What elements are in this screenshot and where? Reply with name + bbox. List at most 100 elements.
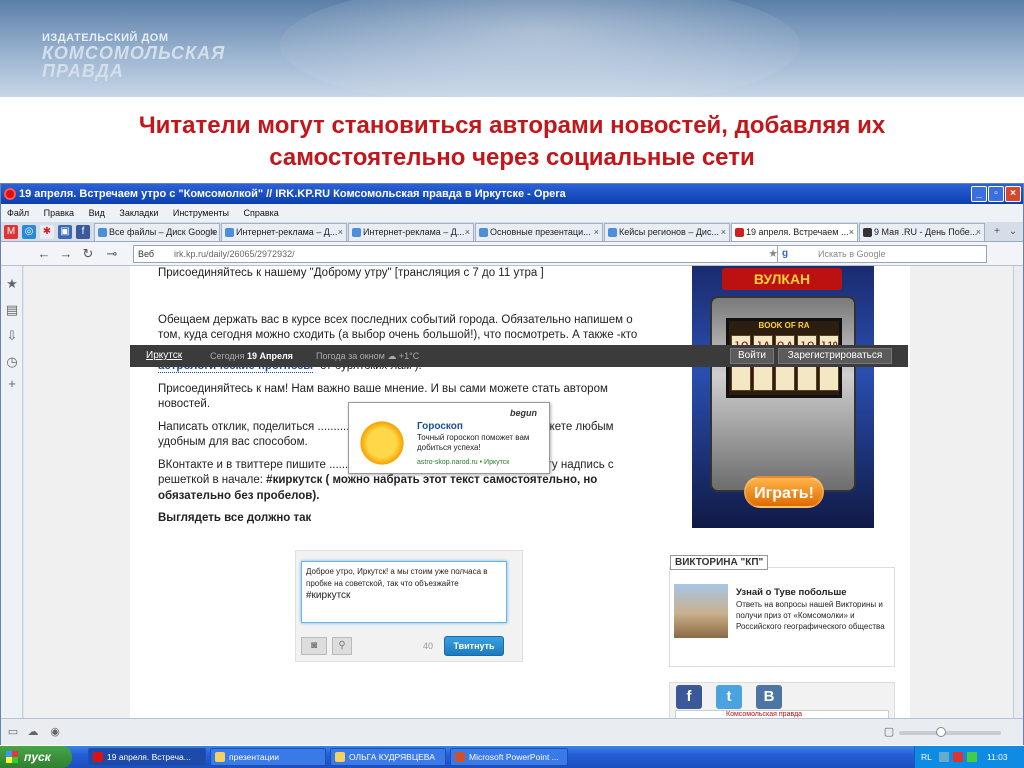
tab-close-icon[interactable]: × xyxy=(211,224,216,241)
key-icon[interactable]: ⊸ xyxy=(103,245,121,263)
notes-icon[interactable]: ▤ xyxy=(4,302,20,318)
menu-help[interactable]: Справка xyxy=(244,208,279,218)
start-button[interactable]: пуск xyxy=(0,746,72,768)
tab-google-drive[interactable]: Все файлы – Диск Google × xyxy=(94,223,220,241)
tab-close-icon[interactable]: × xyxy=(338,224,343,241)
menu-file[interactable]: Файл xyxy=(7,208,29,218)
weather: Погода за окном ☁ +1°C xyxy=(316,345,419,367)
tweet-textarea[interactable]: Доброе утро, Иркутск! а мы стоим уже пол… xyxy=(301,561,507,623)
panel-toggle-icon[interactable]: ▭ xyxy=(5,724,21,740)
register-button[interactable]: Зарегистрироваться xyxy=(778,348,892,364)
tab-label: Интернет-реклама – Д... xyxy=(236,227,338,237)
maximize-button[interactable]: ▫ xyxy=(988,186,1004,202)
tab-region-cases[interactable]: Кейсы регионов – Дис... × xyxy=(604,223,730,241)
city-link[interactable]: Иркутск xyxy=(146,345,182,367)
window-title: 19 апреля. Встречаем утро с "Комсомолкой… xyxy=(19,188,566,200)
cloud-icon[interactable]: ☁ xyxy=(25,724,41,740)
task-powerpoint[interactable]: Microsoft PowerPoint ... xyxy=(450,748,568,766)
kp-icon[interactable]: ✱ xyxy=(40,225,54,239)
tabs-menu-icon[interactable]: ⌄ xyxy=(1006,225,1020,239)
bookmarks-icon[interactable]: ★ xyxy=(4,276,20,292)
task-opera[interactable]: 19 апреля. Встреча... xyxy=(88,748,206,766)
tab-label: 19 апреля. Встречаем ... xyxy=(746,227,849,237)
zoom-thumb[interactable] xyxy=(936,727,946,737)
clock[interactable]: 11:03 xyxy=(987,746,1008,768)
begun-ad-popup[interactable]: begun Гороскоп Точный гороскоп поможет в… xyxy=(348,402,550,474)
quiz-block: ВИКТОРИНА "КП" Узнай о Туве побольше Отв… xyxy=(669,555,895,667)
search-input[interactable]: g Искать в Google xyxy=(777,245,987,263)
menu-bar: Файл Правка Вид Закладки Инструменты Спр… xyxy=(1,204,1023,222)
vertical-scrollbar[interactable] xyxy=(1013,266,1023,718)
tab-label: Все файлы – Диск Google xyxy=(109,227,218,237)
today-label: Сегодня xyxy=(210,351,245,361)
reload-icon[interactable]: ↻ xyxy=(79,245,97,263)
popup-url[interactable]: astro-skop.narod.ru • Иркутск xyxy=(417,459,509,466)
kp-page: Присоединяйтесь к нашему "Доброму утру" … xyxy=(130,266,910,718)
tab-victory-day[interactable]: 9 Мая .RU - День Побе... × xyxy=(859,223,985,241)
camera-icon[interactable]: ◙ xyxy=(301,637,327,655)
tab-presentations[interactable]: Основные презентаци... × xyxy=(475,223,603,241)
quiz-image[interactable] xyxy=(674,584,728,638)
tab-internet-ad-2[interactable]: Интернет-реклама – Д... × xyxy=(348,223,474,241)
menu-tools[interactable]: Инструменты xyxy=(173,208,229,218)
google-icon: g xyxy=(782,248,794,260)
popup-title[interactable]: Гороскоп xyxy=(417,421,463,432)
menu-edit[interactable]: Правка xyxy=(44,208,74,218)
tray-app-icon[interactable] xyxy=(967,752,977,762)
twitter-icon[interactable]: t xyxy=(716,685,742,709)
speed-dial-icon[interactable]: ◉ xyxy=(47,724,63,740)
address-field[interactable]: Веб irk.kp.ru/daily/26065/2972932/ ★ xyxy=(133,245,783,263)
task-folder-olga[interactable]: ОЛЬГА КУДРЯВЦЕВА xyxy=(330,748,446,766)
kp-widget-strip: Комсомольская правда xyxy=(675,710,889,718)
menu-bookmarks[interactable]: Закладки xyxy=(119,208,158,218)
casino-ad-banner[interactable]: ВУЛКАН BOOK OF RA J Q K J A 10 Q A K J Q… xyxy=(692,266,874,528)
zoom-slider[interactable] xyxy=(899,727,1001,737)
tweet-button[interactable]: Твитнуть xyxy=(444,636,504,656)
article-body: Присоединяйтесь к нашему "Доброму утру" … xyxy=(158,266,638,534)
page-viewport: Присоединяйтесь к нашему "Доброму утру" … xyxy=(24,266,1013,718)
tab-label: Интернет-реклама – Д... xyxy=(363,227,465,237)
windows-logo-icon xyxy=(6,751,18,763)
antivirus-icon[interactable] xyxy=(953,752,963,762)
gmail-icon[interactable]: M xyxy=(4,225,18,239)
task-folder-presentations[interactable]: презентации xyxy=(210,748,326,766)
article-p5: Выглядеть все должно так xyxy=(158,512,312,524)
tab-close-icon[interactable]: × xyxy=(594,224,599,241)
minimize-button[interactable]: _ xyxy=(971,186,987,202)
task-label: презентации xyxy=(229,752,279,762)
tab-close-icon[interactable]: × xyxy=(721,224,726,241)
today-value: 19 Апреля xyxy=(247,351,293,361)
tab-close-icon[interactable]: × xyxy=(465,224,470,241)
new-tab-icon[interactable]: + xyxy=(990,225,1004,239)
tab-close-icon[interactable]: × xyxy=(849,224,854,241)
network-icon[interactable] xyxy=(939,752,949,762)
facebook-icon[interactable]: f xyxy=(676,685,702,709)
task-label: ОЛЬГА КУДРЯВЦЕВА xyxy=(349,752,435,762)
history-icon[interactable]: ◷ xyxy=(4,354,20,370)
facebook-icon[interactable]: f xyxy=(76,225,90,239)
login-button[interactable]: Войти xyxy=(730,348,774,364)
tab-close-icon[interactable]: × xyxy=(976,224,981,241)
add-panel-icon[interactable]: + xyxy=(4,376,20,392)
app-icon[interactable]: ▣ xyxy=(58,225,72,239)
close-button[interactable]: × xyxy=(1005,186,1021,202)
view-icon[interactable]: ▢ xyxy=(881,724,897,740)
opera-icon xyxy=(93,752,103,762)
menu-view[interactable]: Вид xyxy=(89,208,105,218)
language-indicator[interactable]: RL xyxy=(921,746,932,768)
tab-kp-article[interactable]: 19 апреля. Встречаем ... × xyxy=(731,223,858,241)
slide-header: ИЗДАТЕЛЬСКИЙ ДОМ КОМСОМОЛЬСКАЯ ПРАВДА xyxy=(0,0,1024,97)
location-pin-icon[interactable]: ⚲ xyxy=(332,637,352,655)
forward-icon[interactable]: → xyxy=(57,245,75,263)
back-icon[interactable]: ← xyxy=(35,245,53,263)
quiz-headline[interactable]: Узнай о Туве побольше xyxy=(736,587,847,598)
search-placeholder: Искать в Google xyxy=(818,249,886,259)
vkontakte-icon[interactable]: B xyxy=(756,685,782,709)
drive-icon xyxy=(225,228,234,237)
downloads-icon[interactable]: ⇩ xyxy=(4,328,20,344)
play-button[interactable]: Играть! xyxy=(744,476,824,508)
web-icon[interactable]: ◎ xyxy=(22,225,36,239)
task-label: Microsoft PowerPoint ... xyxy=(469,752,559,762)
popup-description: Точный гороскоп поможет вам добиться усп… xyxy=(417,433,530,452)
tab-internet-ad-1[interactable]: Интернет-реклама – Д... × xyxy=(221,223,347,241)
